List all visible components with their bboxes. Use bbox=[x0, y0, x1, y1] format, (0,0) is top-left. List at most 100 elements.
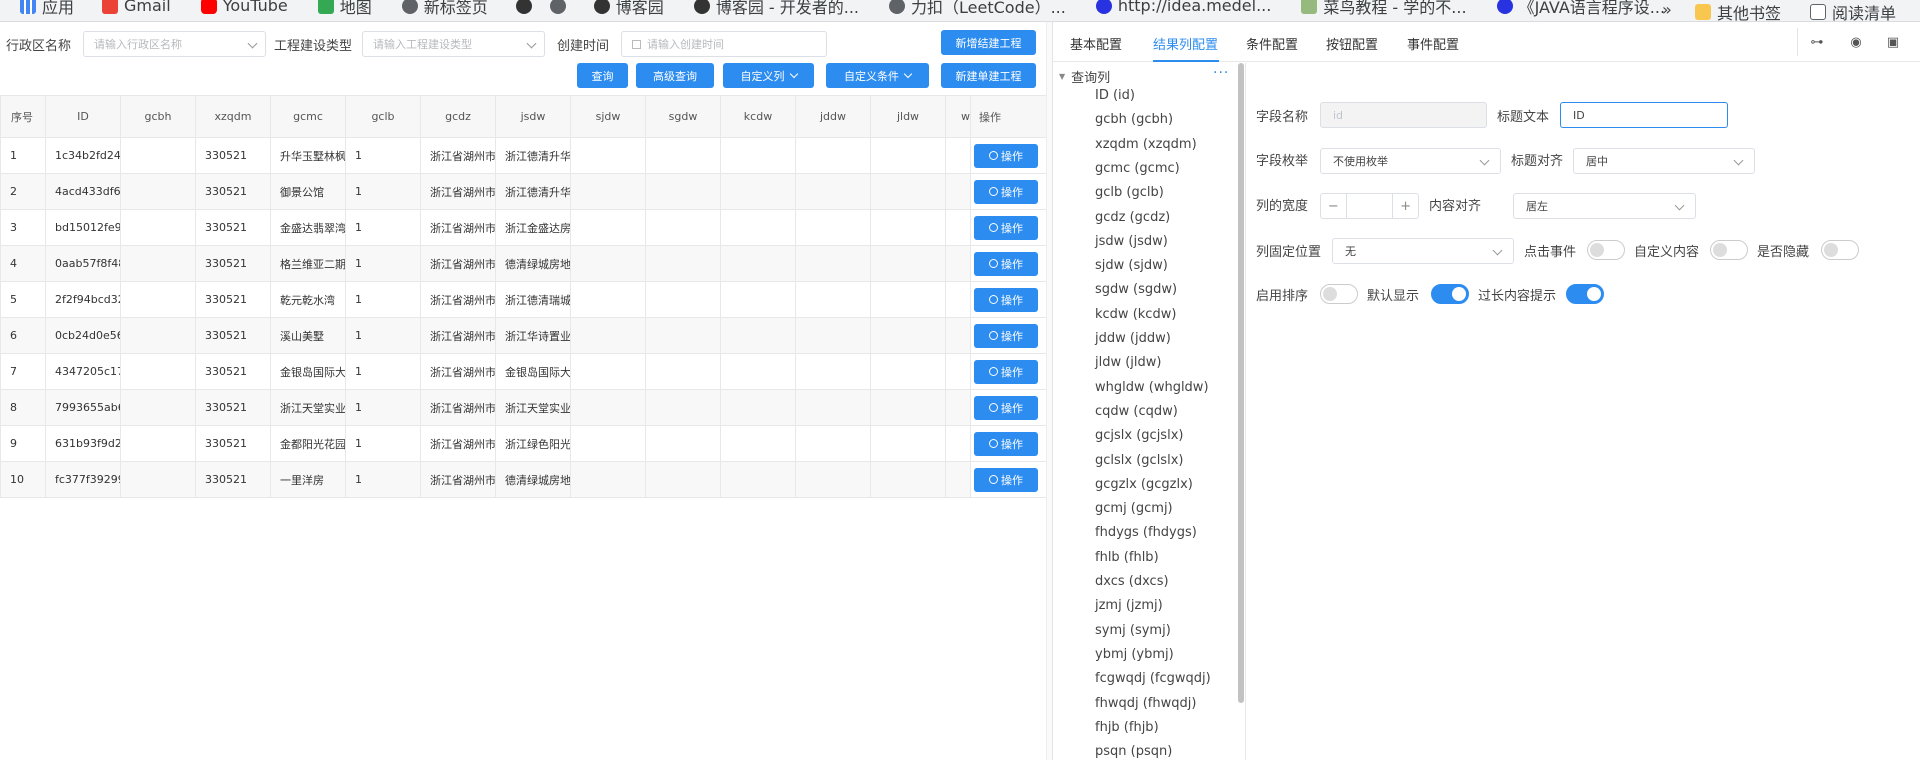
minus-button[interactable]: − bbox=[1321, 194, 1347, 218]
hidden-toggle[interactable] bbox=[1821, 240, 1859, 260]
tree-node[interactable]: gcgzlx (gcgzlx) bbox=[1095, 477, 1193, 492]
tree-node[interactable]: fcgwqdj (fcgwqdj) bbox=[1095, 671, 1211, 686]
tree-root[interactable]: ▼ 查询列 bbox=[1059, 67, 1110, 86]
width-stepper[interactable]: − + bbox=[1320, 193, 1419, 219]
bookmark-newtab[interactable]: 新标签页 bbox=[401, 0, 488, 18]
region-select[interactable]: 请输入行政区名称 bbox=[83, 31, 267, 57]
tree-node[interactable]: jsdw (jsdw) bbox=[1095, 234, 1168, 249]
row-action-button[interactable]: 操作 bbox=[974, 395, 1038, 420]
bookmarks-more-button[interactable]: » bbox=[1662, 0, 1672, 19]
width-value[interactable] bbox=[1347, 194, 1393, 218]
tree-node[interactable]: jldw (jldw) bbox=[1095, 355, 1162, 370]
sitemap-icon[interactable]: ⊶ bbox=[1807, 32, 1827, 52]
title-text-input[interactable]: ID bbox=[1560, 102, 1728, 128]
content-align-select[interactable]: 居左 bbox=[1513, 193, 1696, 219]
tree-node[interactable]: fhlb (fhlb) bbox=[1095, 550, 1159, 565]
row-action-button[interactable]: 操作 bbox=[974, 359, 1038, 384]
col-header: jldw bbox=[870, 95, 946, 138]
row-action-button[interactable]: 操作 bbox=[974, 323, 1038, 348]
tree-node[interactable]: ID (id) bbox=[1095, 88, 1135, 103]
tree-node[interactable]: gcmj (gcmj) bbox=[1095, 501, 1173, 516]
tree-scrollbar[interactable] bbox=[1238, 63, 1244, 703]
title-align-select[interactable]: 居中 bbox=[1573, 148, 1755, 174]
table-cell: 浙江省湖州市 bbox=[420, 317, 496, 354]
enum-select[interactable]: 不使用枚举 bbox=[1320, 148, 1501, 174]
bookmark-apps[interactable]: 应用 bbox=[20, 0, 74, 18]
tree-node[interactable]: fhjb (fhjb) bbox=[1095, 720, 1159, 735]
bookmark-youtube[interactable]: YouTube bbox=[200, 0, 288, 15]
query-button[interactable]: 查询 bbox=[577, 63, 628, 88]
tree-node[interactable]: dxcs (dxcs) bbox=[1095, 574, 1169, 589]
tab-buttons[interactable]: 按钮配置 bbox=[1326, 34, 1378, 53]
custom-content-toggle[interactable] bbox=[1710, 240, 1748, 260]
new-completed-project-button[interactable]: 新增结建工程 bbox=[941, 30, 1036, 55]
tree-node[interactable]: whgldw (whgldw) bbox=[1095, 380, 1209, 395]
tab-result-columns[interactable]: 结果列配置 bbox=[1153, 34, 1218, 53]
bookmark-cnblogs-dev[interactable]: 博客园 - 开发者的... bbox=[693, 0, 859, 18]
bookmark-globe[interactable] bbox=[549, 0, 566, 14]
tree-node[interactable]: gcmc (gcmc) bbox=[1095, 161, 1180, 176]
bookmark-maps[interactable]: 地图 bbox=[317, 0, 372, 18]
bookmark-cnblogs-short[interactable] bbox=[515, 0, 532, 14]
tree-node[interactable]: fhdygs (fhdygs) bbox=[1095, 525, 1197, 540]
bookmark-gmail[interactable]: Gmail bbox=[102, 0, 171, 15]
tree-node[interactable]: symj (symj) bbox=[1095, 623, 1171, 638]
table-cell: 5 bbox=[0, 281, 46, 318]
tree-node[interactable]: sgdw (sgdw) bbox=[1095, 282, 1177, 297]
advanced-query-button[interactable]: 高级查询 bbox=[636, 63, 714, 88]
plus-button[interactable]: + bbox=[1392, 194, 1418, 218]
tree-node[interactable]: ybmj (ybmj) bbox=[1095, 647, 1174, 662]
tree-node[interactable]: sjdw (sjdw) bbox=[1095, 258, 1168, 273]
time-picker[interactable]: 请输入创建时间 bbox=[621, 31, 828, 57]
tree-node[interactable]: gclb (gclb) bbox=[1095, 185, 1164, 200]
row-action-button[interactable]: 操作 bbox=[974, 143, 1038, 168]
table-cell: 浙江省湖州市 bbox=[420, 281, 496, 318]
eye-icon[interactable]: ◉ bbox=[1846, 32, 1866, 52]
fixed-position-select[interactable]: 无 bbox=[1332, 238, 1514, 264]
table-cell bbox=[645, 209, 721, 246]
save-icon[interactable]: ▣ bbox=[1883, 32, 1903, 52]
table-cell: 330521 bbox=[195, 137, 271, 174]
table-cell bbox=[795, 209, 871, 246]
bookmark-leetcode[interactable]: 力扣（LeetCode）... bbox=[889, 0, 1066, 18]
tree-node[interactable]: cqdw (cqdw) bbox=[1095, 404, 1178, 419]
tree-node[interactable]: gcdz (gcdz) bbox=[1095, 210, 1170, 225]
reading-list[interactable]: 阅读清单 bbox=[1810, 0, 1896, 24]
tab-conditions[interactable]: 条件配置 bbox=[1246, 34, 1298, 53]
type-select[interactable]: 请输入工程建设类型 bbox=[362, 31, 546, 57]
calendar-icon bbox=[632, 39, 642, 49]
default-show-toggle[interactable] bbox=[1431, 284, 1469, 304]
tree-node[interactable]: fhwqdj (fhwqdj) bbox=[1095, 696, 1196, 711]
row-action-button[interactable]: 操作 bbox=[974, 179, 1038, 204]
baidu-icon bbox=[1496, 0, 1513, 14]
tree-node[interactable]: jzmj (jzmj) bbox=[1095, 598, 1163, 613]
row-action-button[interactable]: 操作 bbox=[974, 467, 1038, 492]
row-action-button[interactable]: 操作 bbox=[974, 287, 1038, 312]
tab-events[interactable]: 事件配置 bbox=[1407, 34, 1459, 53]
bookmark-cnblogs[interactable]: 博客园 bbox=[593, 0, 664, 18]
tree-node[interactable]: gclslx (gclslx) bbox=[1095, 453, 1183, 468]
bookmark-runoob[interactable]: 菜鸟教程 - 学的不... bbox=[1301, 0, 1467, 18]
custom-conditions-button[interactable]: 自定义条件 bbox=[826, 63, 929, 88]
new-single-project-button[interactable]: 新建单建工程 bbox=[941, 63, 1036, 88]
tree-node[interactable]: psqn (psqn) bbox=[1095, 744, 1172, 759]
tab-basic[interactable]: 基本配置 bbox=[1070, 34, 1122, 53]
tree-node[interactable]: gcbh (gcbh) bbox=[1095, 112, 1173, 127]
custom-columns-button[interactable]: 自定义列 bbox=[723, 63, 814, 88]
row-action-button[interactable]: 操作 bbox=[974, 215, 1038, 240]
tree-node[interactable]: jddw (jddw) bbox=[1095, 331, 1171, 346]
tree-more-button[interactable]: ··· bbox=[1213, 65, 1229, 81]
other-bookmarks[interactable]: 其他书签 bbox=[1695, 0, 1781, 24]
row-action-button[interactable]: 操作 bbox=[974, 251, 1038, 276]
click-event-toggle[interactable] bbox=[1587, 240, 1625, 260]
bookmark-medel[interactable]: http://idea.medel... bbox=[1095, 0, 1271, 15]
tree-node[interactable]: gcjslx (gcjslx) bbox=[1095, 428, 1183, 443]
row-action-button[interactable]: 操作 bbox=[974, 431, 1038, 456]
tree-node[interactable]: kcdw (kcdw) bbox=[1095, 307, 1176, 322]
col-header: gcdz bbox=[420, 95, 496, 138]
bookmark-java-book[interactable]: 《JAVA语言程序设... bbox=[1496, 0, 1665, 18]
tree-node[interactable]: xzqdm (xzqdm) bbox=[1095, 137, 1197, 152]
overflow-tip-toggle[interactable] bbox=[1566, 284, 1604, 304]
sort-toggle[interactable] bbox=[1320, 284, 1358, 304]
field-name-input[interactable]: id bbox=[1320, 102, 1487, 128]
